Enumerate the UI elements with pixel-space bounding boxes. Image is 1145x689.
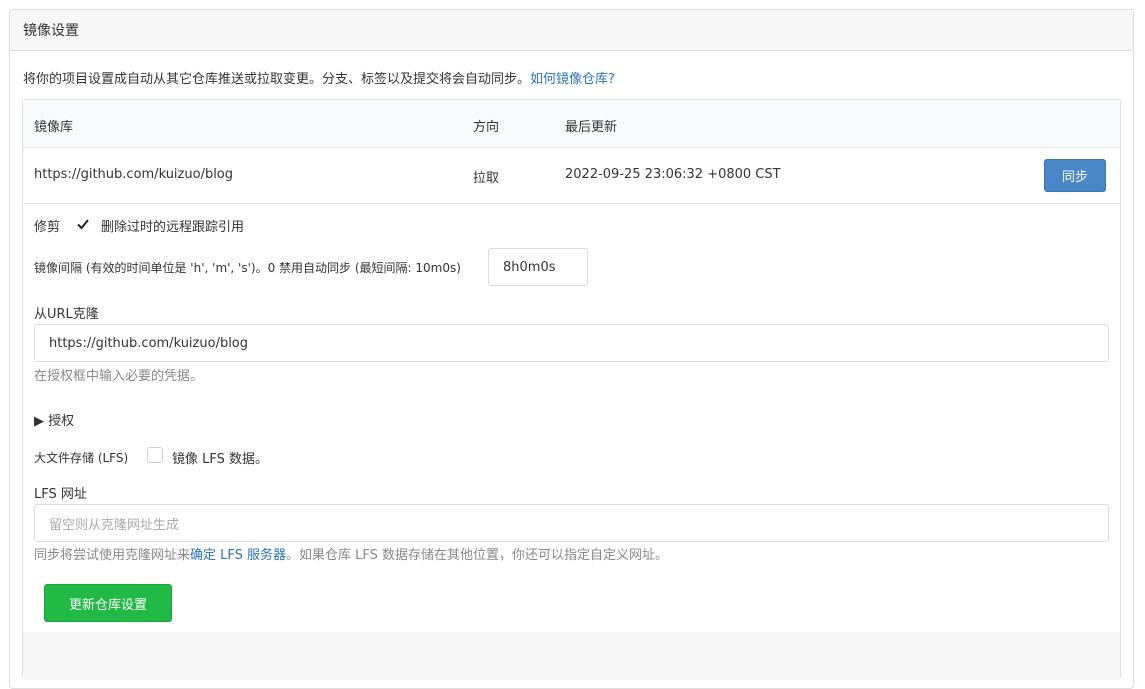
- sync-button[interactable]: 同步: [1044, 159, 1106, 192]
- mirror-last-updated: 2022-09-25 23:06:32 +0800 CST: [565, 167, 781, 182]
- how-to-mirror-link[interactable]: 如何镜像仓库?: [530, 72, 615, 87]
- lfs-help-suffix: 。如果仓库 LFS 数据存储在其他位置，你还可以指定自定义网址。: [286, 548, 669, 563]
- interval-input[interactable]: 8h0m0s: [488, 248, 588, 286]
- clone-url-input[interactable]: https://github.com/kuizuo/blog: [34, 324, 1109, 362]
- mirror-settings-panel: 镜像设置 将你的项目设置成自动从其它仓库推送或拉取变更。分支、标签以及提交将会自…: [9, 9, 1134, 689]
- lfs-url-placeholder: 留空则从克隆网址生成: [49, 517, 180, 533]
- table-header: 镜像库 方向 最后更新: [23, 100, 1120, 148]
- mirror-direction: 拉取: [473, 171, 500, 186]
- lfs-description: 镜像 LFS 数据。: [172, 452, 269, 467]
- lfs-url-input[interactable]: 留空则从克隆网址生成: [34, 504, 1109, 542]
- panel-header: 镜像设置: [10, 10, 1133, 51]
- lfs-checkbox[interactable]: [147, 447, 163, 463]
- mirror-url: https://github.com/kuizuo/blog: [34, 167, 234, 182]
- form-footer: [23, 632, 1120, 680]
- prune-label: 修剪: [34, 220, 61, 235]
- clone-url-label: 从URL克隆: [34, 307, 99, 322]
- lfs-url-label: LFS 网址: [34, 487, 87, 502]
- clone-url-value: https://github.com/kuizuo/blog: [49, 335, 249, 351]
- auth-toggle[interactable]: ▶ 授权: [34, 410, 74, 429]
- mirror-table: 镜像库 方向 最后更新 https://github.com/kuizuo/bl…: [22, 99, 1121, 680]
- header-direction: 方向: [473, 120, 500, 135]
- table-row: https://github.com/kuizuo/blog 拉取 2022-0…: [23, 148, 1120, 204]
- header-mirror-repo: 镜像库: [34, 120, 74, 135]
- header-last-update: 最后更新: [565, 120, 618, 135]
- prune-checkbox[interactable]: [75, 216, 91, 232]
- lfs-url-help: 同步将尝试使用克隆网址来确定 LFS 服务器。如果仓库 LFS 数据存储在其他位…: [34, 544, 668, 563]
- mirror-description: 将你的项目设置成自动从其它仓库推送或拉取变更。分支、标签以及提交将会自动同步。如…: [23, 68, 615, 87]
- update-repo-settings-button[interactable]: 更新仓库设置: [44, 584, 172, 622]
- description-text: 将你的项目设置成自动从其它仓库推送或拉取变更。分支、标签以及提交将会自动同步。: [23, 72, 531, 87]
- lfs-server-link[interactable]: 确定 LFS 服务器: [190, 548, 286, 563]
- panel-title: 镜像设置: [23, 23, 79, 39]
- clone-url-help: 在授权框中输入必要的凭据。: [34, 369, 204, 384]
- interval-value: 8h0m0s: [503, 259, 556, 275]
- lfs-help-prefix: 同步将尝试使用克隆网址来: [34, 548, 191, 563]
- checkmark-icon: [77, 219, 89, 230]
- prune-description: 删除过时的远程跟踪引用: [101, 220, 245, 235]
- interval-label: 镜像间隔 (有效的时间单位是 'h', 'm', 's')。0 禁用自动同步 (…: [34, 261, 461, 275]
- lfs-label: 大文件存储 (LFS): [34, 451, 129, 465]
